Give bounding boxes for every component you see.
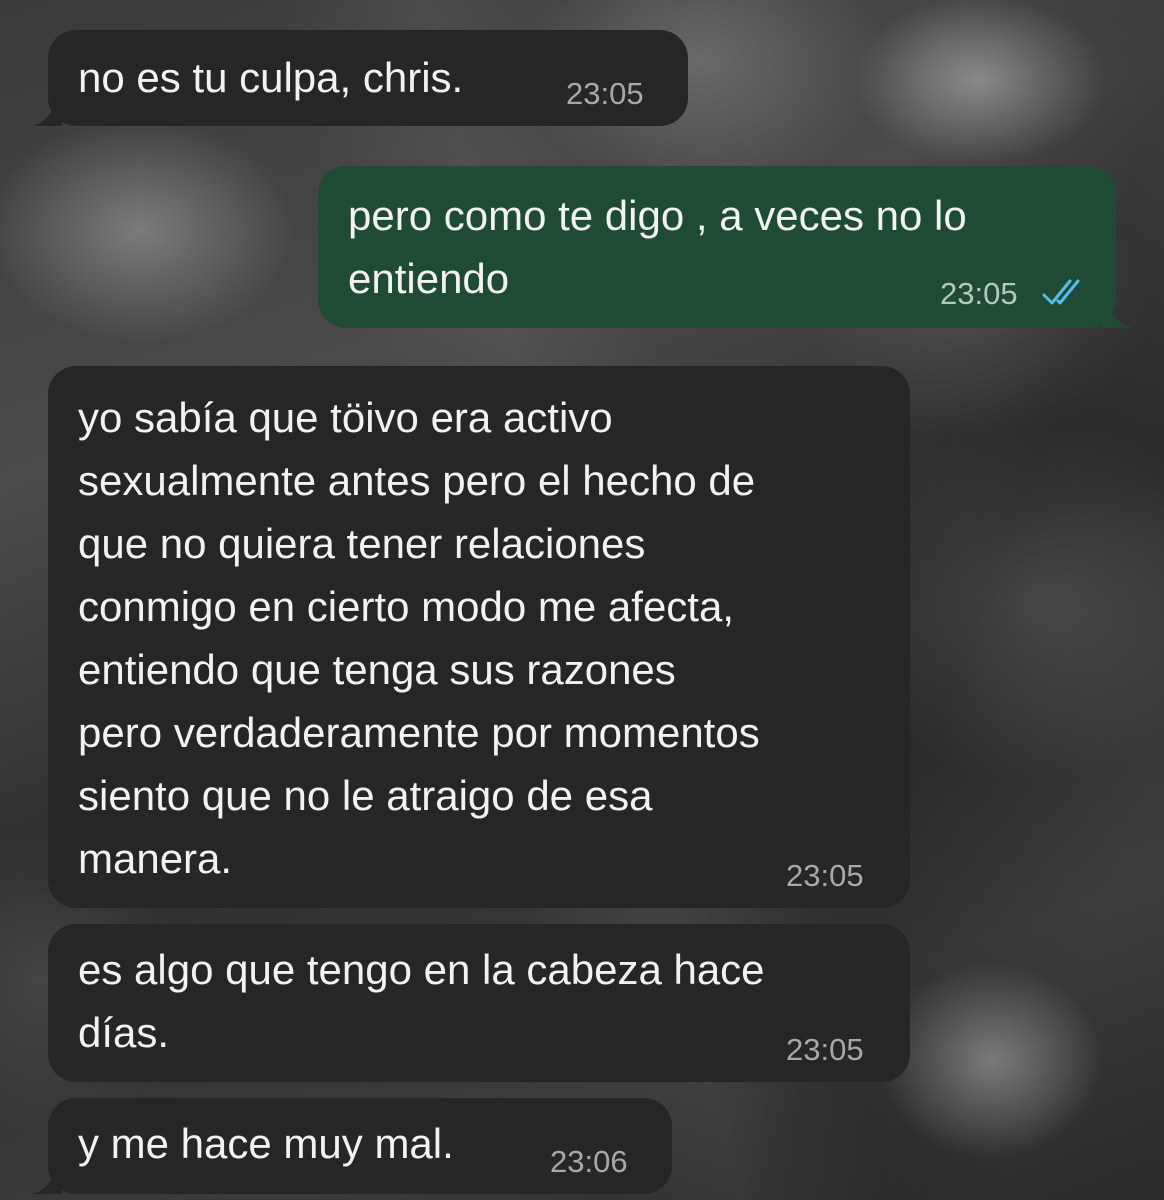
- message-time: 23:05: [786, 858, 864, 893]
- message-text: y me hace muy mal.: [78, 1120, 454, 1167]
- message-bubble-incoming[interactable]: no es tu culpa, chris. 23:05: [32, 30, 688, 126]
- message-bubble-incoming[interactable]: es algo que tengo en la cabeza hace días…: [48, 924, 910, 1082]
- bubble-tail: [1102, 298, 1132, 328]
- message-bubble-incoming[interactable]: yo sabía que töivo era activo sexualment…: [48, 366, 910, 908]
- message-time: 23:05: [940, 276, 1018, 311]
- message-bubble-incoming[interactable]: y me hace muy mal. 23:06: [32, 1098, 672, 1194]
- message-text: yo sabía que töivo era activo sexualment…: [78, 394, 760, 882]
- message-text: no es tu culpa, chris.: [78, 54, 464, 101]
- bubble-tail: [32, 1164, 62, 1194]
- message-bubble-outgoing[interactable]: pero como te digo , a veces no lo entien…: [318, 166, 1132, 328]
- bubble-tail: [32, 96, 62, 126]
- message-text: es algo que tengo en la cabeza hace días…: [78, 946, 765, 1056]
- message-time: 23:05: [566, 76, 644, 111]
- double-check-read-icon: [1042, 279, 1080, 305]
- message-time: 23:05: [786, 1032, 864, 1067]
- message-text: pero como te digo , a veces no lo entien…: [348, 192, 967, 302]
- message-time: 23:06: [550, 1144, 628, 1179]
